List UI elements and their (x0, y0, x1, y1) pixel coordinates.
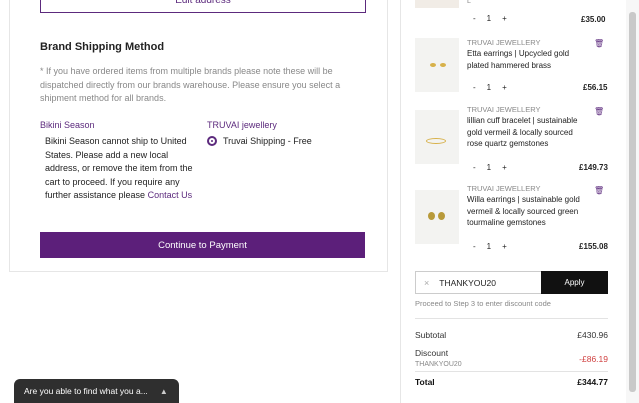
item-price: £155.08 (579, 242, 608, 251)
divider (415, 318, 608, 319)
chat-widget[interactable]: Are you able to find what you a... ▲ (14, 379, 179, 403)
subtotal-value: £430.96 (577, 330, 608, 340)
increase-button[interactable]: + (502, 14, 507, 23)
product-image (415, 38, 459, 92)
total-value: £344.77 (577, 377, 608, 387)
earring-icon (440, 63, 446, 67)
continue-to-payment-button[interactable]: Continue to Payment (40, 232, 365, 258)
item-brand: TRUVAI JEWELLERY (467, 184, 541, 193)
product-image (415, 0, 459, 8)
discount-hint: Proceed to Step 3 to enter discount code (415, 299, 551, 308)
item-brand: TRUVAI JEWELLERY (467, 38, 541, 47)
quantity-value: 1 (486, 163, 492, 172)
decrease-button[interactable]: - (473, 163, 476, 172)
quantity-stepper[interactable]: - 1 + (473, 83, 507, 92)
truvai-shipping-option[interactable]: Truvai Shipping - Free (207, 136, 312, 146)
item-price: £35.00 (581, 15, 606, 24)
product-image (415, 110, 459, 164)
column-divider (400, 0, 401, 403)
discount-code-summary: THANKYOU20 (415, 361, 462, 368)
shipping-heading: Brand Shipping Method (40, 41, 165, 53)
chat-prompt[interactable]: Are you able to find what you a... (24, 386, 148, 396)
earring-icon (428, 212, 435, 220)
scrollbar-thumb[interactable] (629, 12, 636, 392)
increase-button[interactable]: + (502, 242, 507, 251)
divider (415, 371, 608, 372)
bracelet-icon (426, 138, 446, 144)
variant-size: L (467, 0, 471, 5)
trash-icon[interactable]: 🗑 (594, 39, 604, 48)
item-price: £56.15 (583, 83, 608, 92)
quantity-stepper[interactable]: - 1 + (473, 163, 507, 172)
increase-button[interactable]: + (502, 163, 507, 172)
product-image (415, 190, 459, 244)
quantity-stepper[interactable]: - 1 + (473, 242, 507, 251)
quantity-value: 1 (486, 14, 492, 23)
bikini-shipping-message: Bikini Season cannot ship to United Stat… (45, 135, 195, 203)
quantity-value: 1 (486, 242, 492, 251)
quantity-value: 1 (486, 83, 492, 92)
contact-us-link[interactable]: Contact Us (148, 190, 193, 200)
bikini-brand-label: Bikini Season (40, 120, 95, 130)
total-label: Total (415, 377, 435, 387)
quantity-stepper[interactable]: - 1 + (473, 14, 507, 23)
increase-button[interactable]: + (502, 83, 507, 92)
truvai-brand-label: TRUVAI jewellery (207, 120, 277, 130)
earring-icon (430, 63, 436, 67)
earring-icon (438, 212, 445, 220)
apply-discount-button[interactable]: Apply (541, 271, 608, 294)
discount-code-value: THANKYOU20 (439, 277, 496, 288)
item-title[interactable]: Etta earrings | Upcycled gold plated ham… (467, 48, 579, 71)
shipping-note: * If you have ordered items from multipl… (40, 66, 341, 103)
radio-selected-icon[interactable] (207, 136, 217, 146)
decrease-button[interactable]: - (473, 14, 476, 23)
truvai-shipping-label: Truvai Shipping - Free (223, 136, 312, 146)
discount-value: -£86.19 (579, 354, 608, 364)
discount-code-input[interactable]: × THANKYOU20 (415, 271, 541, 294)
discount-label: Discount (415, 348, 449, 358)
trash-icon[interactable]: 🗑 (594, 107, 604, 116)
clear-icon[interactable]: × (424, 278, 429, 288)
decrease-button[interactable]: - (473, 242, 476, 251)
edit-address-button[interactable]: Edit address (40, 0, 366, 13)
decrease-button[interactable]: - (473, 83, 476, 92)
item-title[interactable]: Willa earrings | sustainable gold vermei… (467, 194, 582, 229)
subtotal-label: Subtotal (415, 330, 447, 340)
item-price: £149.73 (579, 163, 608, 172)
item-title[interactable]: lillian cuff bracelet | sustainable gold… (467, 115, 582, 150)
trash-icon[interactable]: 🗑 (594, 186, 604, 195)
item-brand: TRUVAI JEWELLERY (467, 105, 541, 114)
chevron-up-icon[interactable]: ▲ (160, 387, 168, 396)
